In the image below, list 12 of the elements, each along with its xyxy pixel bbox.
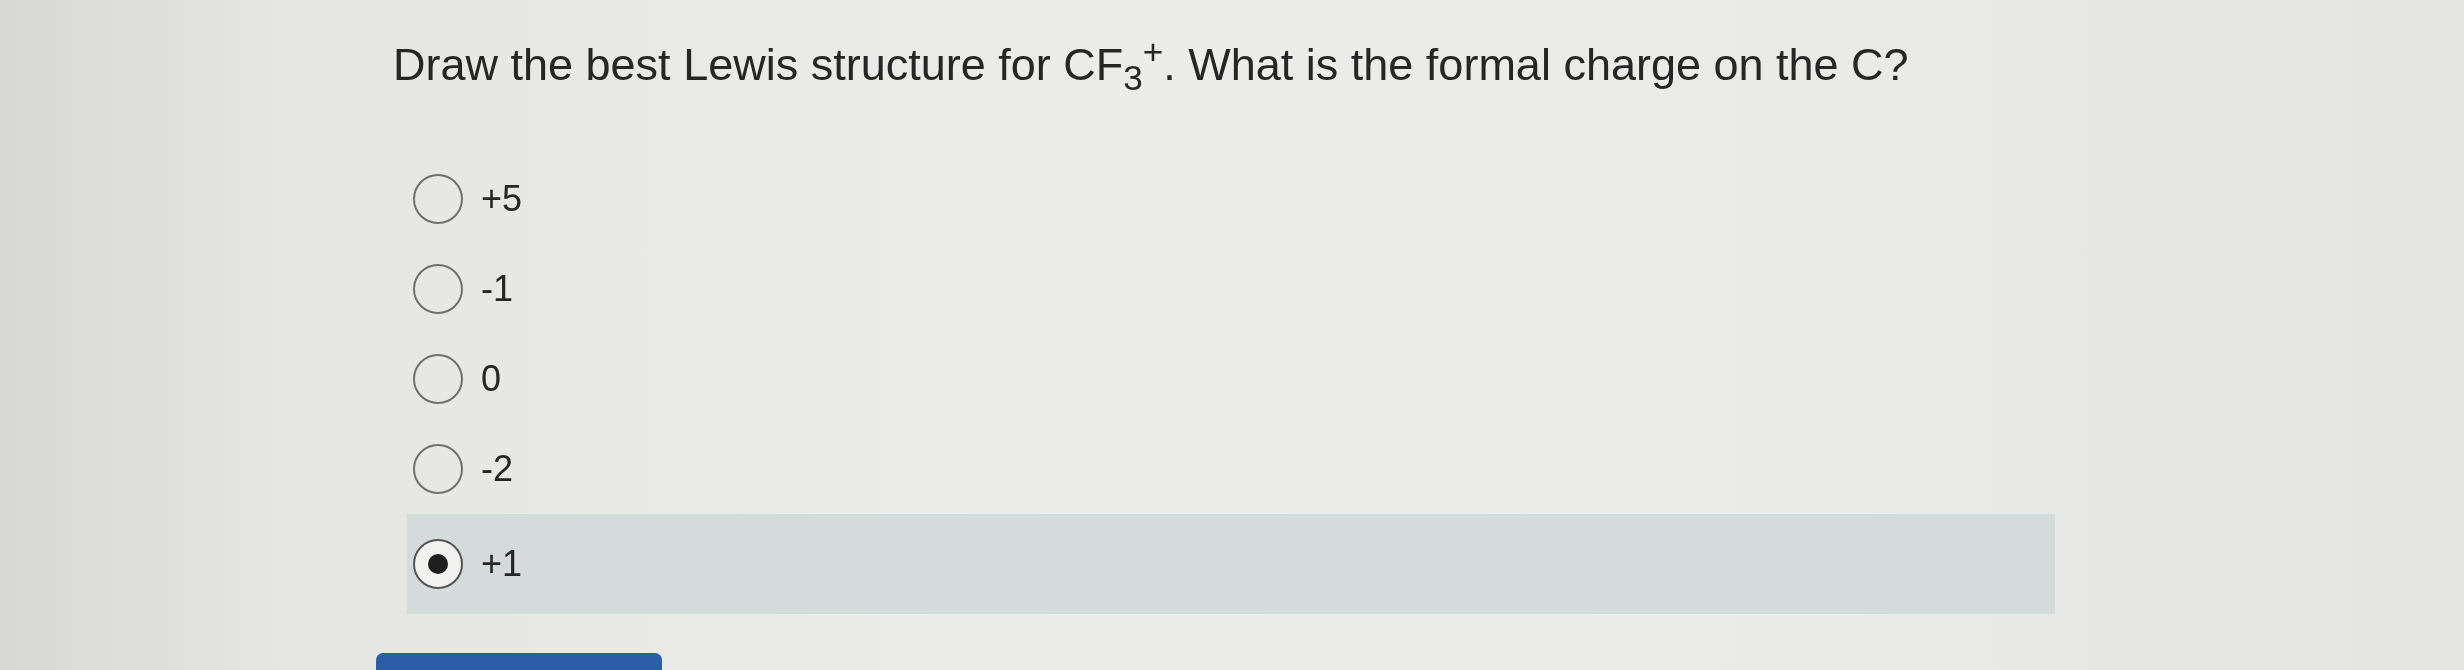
question-text: Draw the best Lewis structure for CF$_{3}$$^{+}$. What is the formal charge on the C? xyxy=(393,38,1909,92)
radio-button[interactable] xyxy=(413,174,463,224)
option-label: -1 xyxy=(481,268,513,310)
selected-answer-row[interactable]: +1 xyxy=(407,514,2055,614)
option-label: +5 xyxy=(481,178,523,220)
radio-button[interactable] xyxy=(413,444,463,494)
option-label: +1 xyxy=(481,543,523,585)
radio-button[interactable] xyxy=(413,539,463,589)
option-label: 0 xyxy=(481,358,502,400)
option-label: -2 xyxy=(481,448,513,490)
radio-button[interactable] xyxy=(413,264,463,314)
radio-button[interactable] xyxy=(413,354,463,404)
